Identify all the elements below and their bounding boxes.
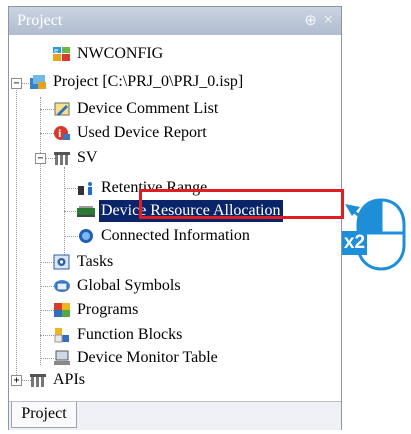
function-blocks-icon [53, 327, 71, 343]
tree-line [40, 262, 54, 263]
panel-tab-bar: Project [9, 401, 341, 430]
tree-item-label: Connected Information [101, 227, 250, 244]
comment-list-icon [53, 101, 71, 117]
tree-item-label: Project [C:\PRJ_0\PRJ_0.isp] [53, 73, 244, 90]
tree-item-label: Used Device Report [77, 124, 207, 141]
tree-line [40, 286, 54, 287]
programs-icon [53, 302, 71, 318]
panel-title: Project [17, 12, 63, 29]
global-symbols-icon [53, 278, 71, 294]
tree-item-label: Tasks [77, 253, 114, 270]
tree-line [40, 109, 54, 110]
tree-item-label: NWCONFIG [77, 45, 164, 62]
svg-text:i: i [58, 129, 61, 140]
network-config-icon: e [53, 46, 71, 62]
sv-expander[interactable]: − [35, 153, 46, 164]
panel-titlebar: Project ⊕ × [9, 7, 341, 35]
pin-icon[interactable]: ⊕ [304, 11, 317, 30]
close-icon[interactable]: × [323, 10, 333, 30]
tree-item-label: Device Comment List [77, 100, 219, 117]
tree-line [64, 188, 78, 189]
tree-line [40, 358, 54, 359]
resource-allocation-icon [77, 203, 95, 219]
tree-item-label: SV [77, 149, 98, 166]
tab-project[interactable]: Project [11, 402, 77, 428]
tree-item-label: Programs [77, 301, 139, 318]
tree-line [64, 236, 78, 237]
tree-line [40, 97, 41, 365]
tree-line [16, 83, 17, 379]
sv-icon [53, 150, 71, 166]
report-icon: i [53, 125, 71, 141]
retentive-range-icon [77, 180, 95, 196]
apis-expander[interactable]: + [11, 375, 22, 386]
svg-text:e: e [54, 47, 58, 55]
tree-line [40, 335, 54, 336]
info-icon [77, 228, 95, 244]
tree-line [64, 167, 65, 267]
tree-line [40, 133, 54, 134]
double-click-badge: x2 [342, 231, 367, 255]
monitor-table-icon [53, 350, 71, 366]
tree-line [40, 310, 54, 311]
highlight-box [139, 189, 344, 219]
tree-item-label: Global Symbols [77, 277, 181, 294]
tree-item-label: APIs [53, 371, 86, 388]
tree-item-label: Function Blocks [77, 326, 183, 343]
project-icon [29, 74, 47, 90]
tasks-icon [53, 254, 71, 270]
tree-line [64, 211, 78, 212]
tree-item-label: Device Monitor Table [77, 349, 218, 366]
project-expander[interactable]: − [11, 78, 22, 89]
apis-icon [29, 372, 47, 388]
